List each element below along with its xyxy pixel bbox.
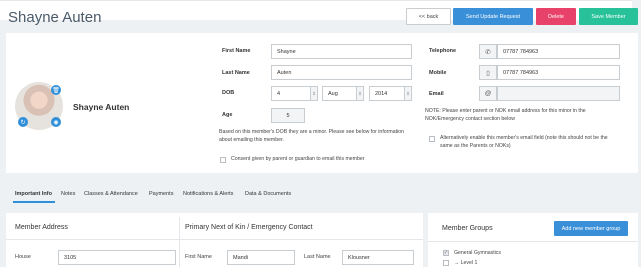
- camera-icon[interactable]: ◉: [51, 117, 61, 127]
- tab-data-documents[interactable]: Data & Documents: [245, 191, 291, 197]
- dob-month-value: Aug: [328, 90, 338, 97]
- active-tab-indicator: [13, 201, 55, 203]
- phone-icon: ✆: [479, 44, 497, 59]
- dob-month-select[interactable]: Aug ⇳: [322, 86, 364, 101]
- refresh-icon[interactable]: ↻: [18, 117, 28, 127]
- tab-payments[interactable]: Payments: [149, 191, 173, 197]
- nok-last-name-label: Last Name: [304, 254, 331, 260]
- consent-label: Consent given by parent or guardian to e…: [231, 156, 365, 162]
- email-input: [497, 86, 620, 101]
- page-title: Shayne Auten: [8, 9, 102, 26]
- at-icon: @: [479, 86, 497, 101]
- dob-day-select[interactable]: 4 ⇳: [271, 86, 318, 101]
- age-field: 5: [271, 108, 305, 123]
- chevron-down-icon: ⇳: [404, 87, 411, 100]
- member-address-title: Member Address: [15, 224, 68, 231]
- mobile-icon: ▯: [479, 65, 497, 80]
- chevron-down-icon: ⇳: [356, 87, 363, 100]
- add-member-group-button[interactable]: Add new member group: [554, 221, 628, 236]
- group-item-label: General Gymnastics: [454, 250, 501, 256]
- back-button[interactable]: << back: [406, 8, 451, 25]
- nok-first-name-input[interactable]: Mandi: [227, 250, 295, 265]
- tab-notes[interactable]: Notes: [61, 191, 75, 197]
- nok-last-name-input[interactable]: Klousner: [342, 250, 414, 265]
- house-label: House: [15, 254, 31, 260]
- send-update-request-button[interactable]: Send Update Request: [453, 8, 533, 25]
- section-divider: [6, 239, 423, 240]
- nok-first-name-label: First Name: [185, 254, 212, 260]
- tab-notifications-alerts[interactable]: Notifications & Alerts: [183, 191, 233, 197]
- delete-button[interactable]: Delete: [536, 8, 576, 25]
- group-item-label: → Level 1: [454, 260, 478, 266]
- last-name-input[interactable]: Auten: [271, 65, 412, 80]
- trash-icon[interactable]: 🗑: [51, 85, 61, 95]
- age-label: Age: [222, 112, 233, 118]
- section-divider: [179, 217, 180, 267]
- group-checkbox-checked[interactable]: ✓: [443, 250, 449, 256]
- group-checkbox[interactable]: [443, 260, 449, 266]
- telephone-label: Telephone: [429, 48, 457, 54]
- first-name-label: First Name: [222, 48, 251, 54]
- house-input[interactable]: 3105: [58, 250, 176, 265]
- mobile-label: Mobile: [429, 70, 447, 76]
- minor-note: Based on this member's DOB they are a mi…: [219, 129, 404, 143]
- email-label: Email: [429, 91, 444, 97]
- consent-checkbox[interactable]: [220, 157, 226, 163]
- telephone-input[interactable]: 07787 784963: [497, 44, 620, 59]
- member-name: Shayne Auten: [73, 102, 130, 112]
- dob-day-value: 4: [277, 90, 281, 97]
- nok-title: Primary Next of Kin / Emergency Contact: [185, 224, 313, 231]
- alt-email-checkbox[interactable]: [429, 136, 435, 142]
- dob-label: DOB: [222, 90, 235, 96]
- last-name-label: Last Name: [222, 70, 250, 76]
- dob-year-select[interactable]: 2014 ⇳: [369, 86, 412, 101]
- tab-classes-attendance[interactable]: Classes & Attendance: [84, 191, 138, 197]
- member-groups-title: Member Groups: [442, 225, 493, 232]
- dob-year-value: 2014: [375, 90, 388, 97]
- section-divider: [428, 241, 638, 242]
- save-member-button[interactable]: Save Member: [579, 8, 638, 25]
- tab-important-info[interactable]: Important Info: [15, 191, 52, 197]
- first-name-input[interactable]: Shayne: [271, 44, 412, 59]
- email-note: NOTE: Please enter parent or NOK email a…: [425, 108, 586, 122]
- chevron-down-icon: ⇳: [310, 87, 317, 100]
- mobile-input[interactable]: 07787 784963: [497, 65, 620, 80]
- alt-email-label: Alternatively enable this member's email…: [440, 135, 608, 149]
